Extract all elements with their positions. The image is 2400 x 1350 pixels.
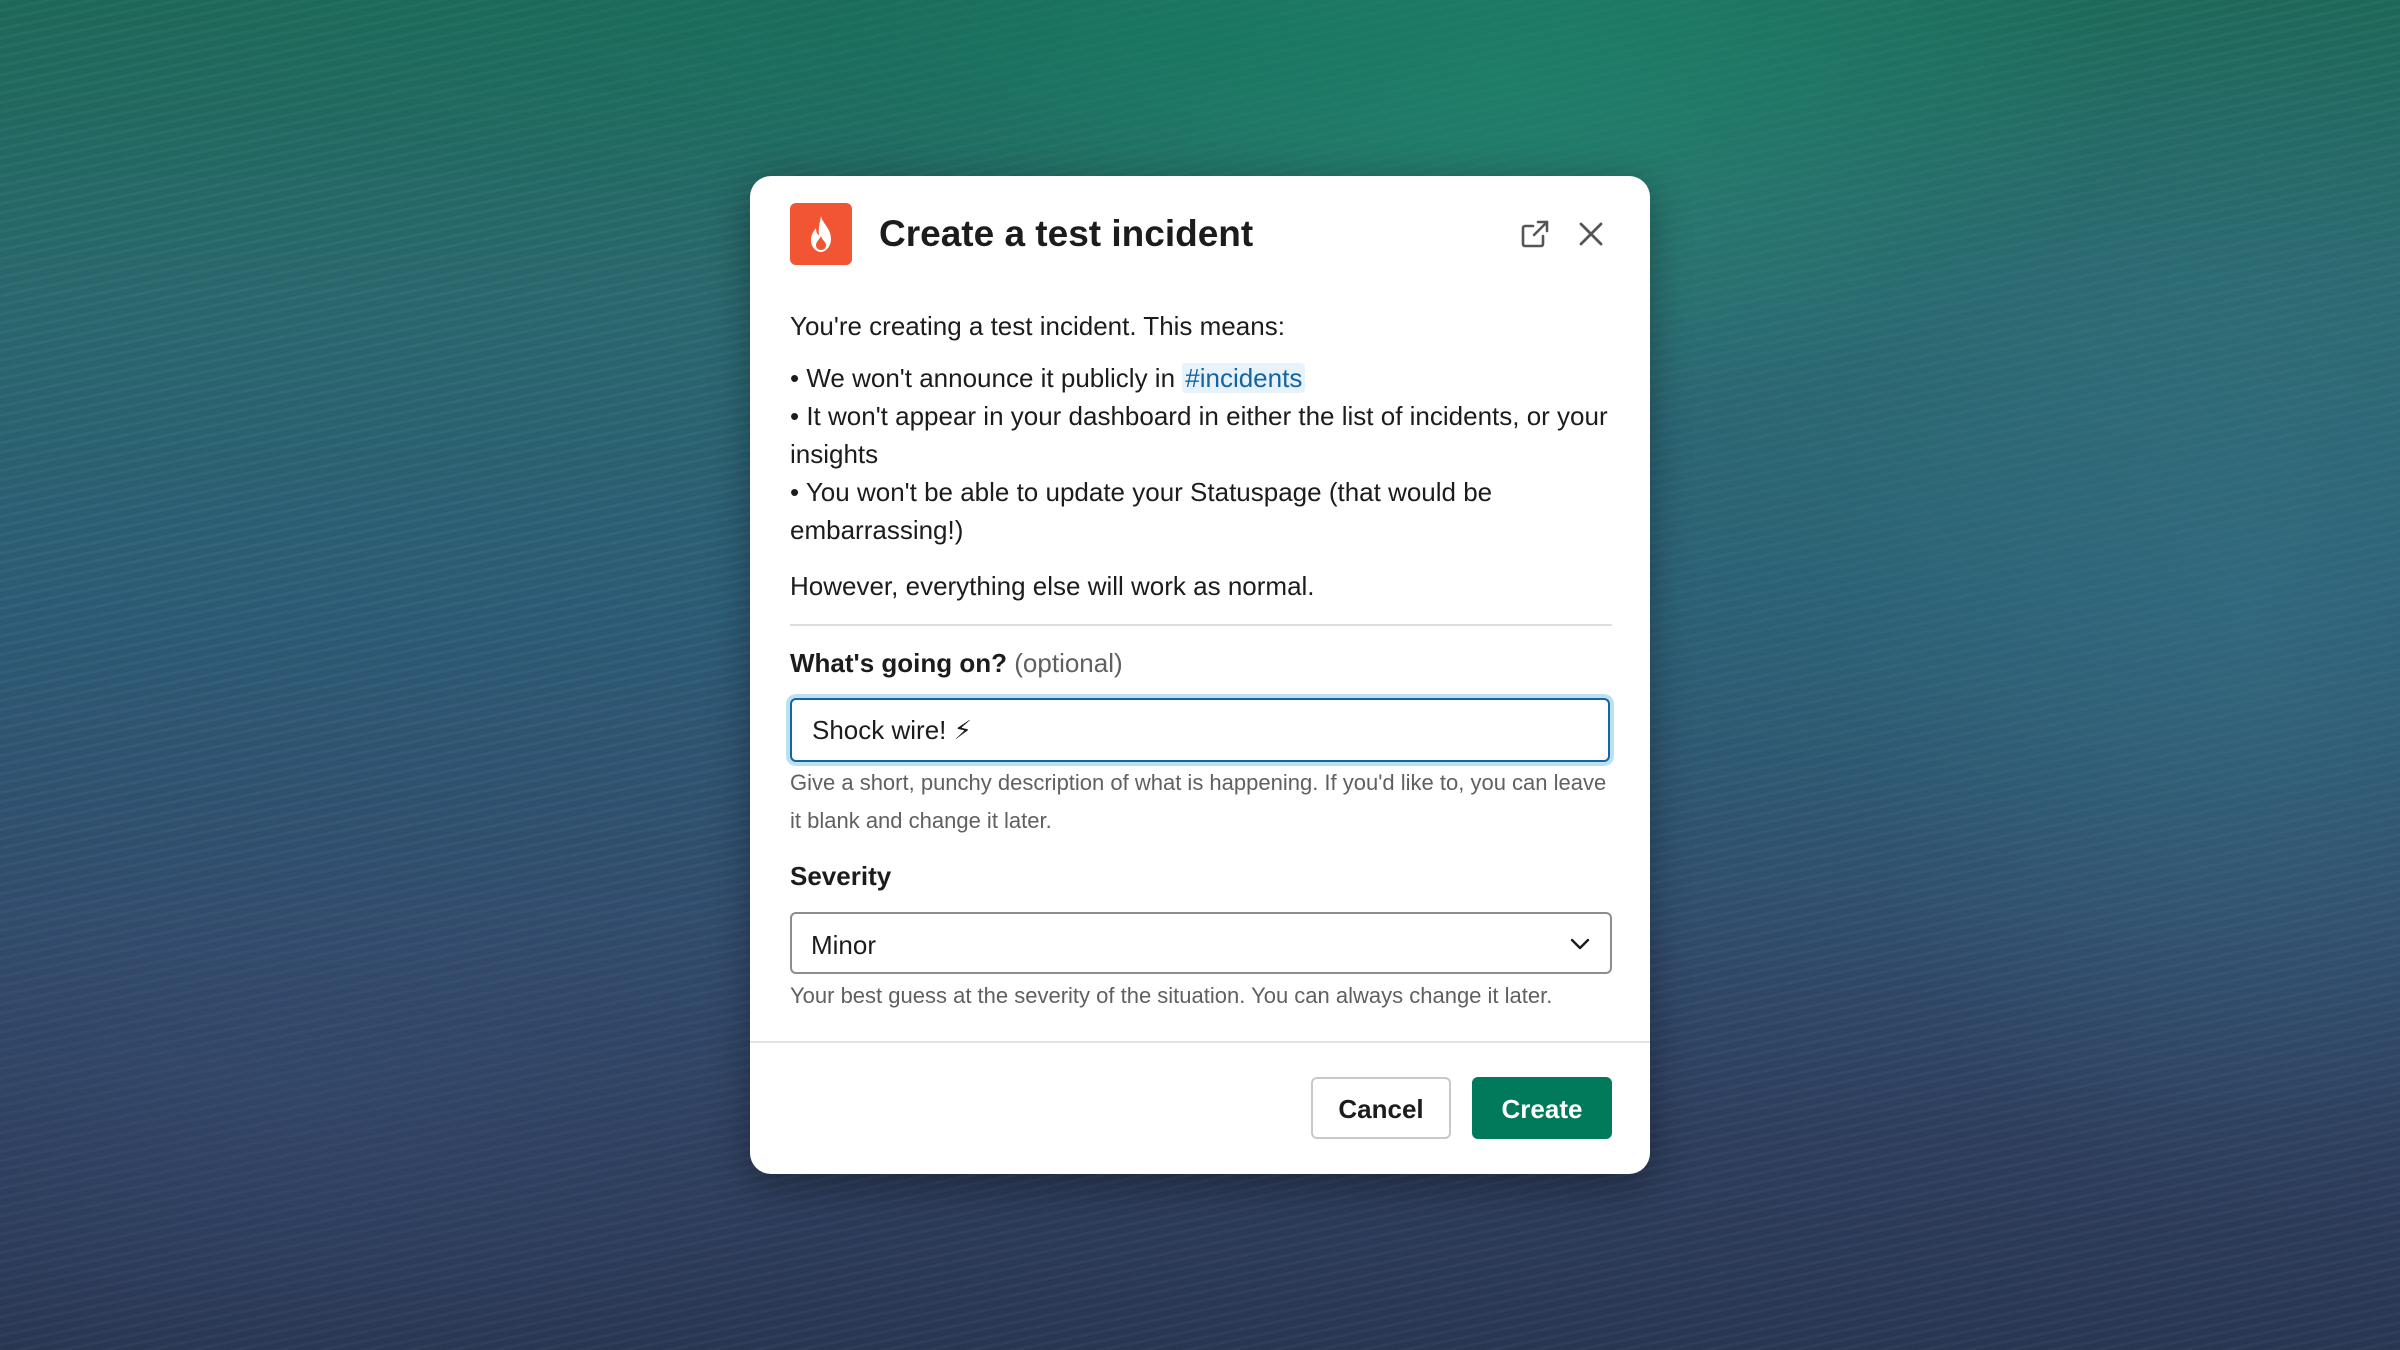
create-test-incident-modal: Create a test incident You're creating a…	[750, 176, 1650, 1174]
bullet-item: • You won't be able to update your Statu…	[790, 477, 1493, 545]
section-divider	[790, 624, 1612, 626]
description-hint: Give a short, punchy description of what…	[790, 770, 1607, 833]
modal-header: Create a test incident	[790, 203, 1610, 265]
severity-select[interactable]: Minor	[790, 912, 1612, 974]
footer-divider	[750, 1041, 1650, 1043]
flame-icon	[790, 203, 852, 265]
cancel-button[interactable]: Cancel	[1311, 1077, 1451, 1139]
bullet-item: • We won't announce it publicly in #inci…	[790, 359, 1612, 397]
bullet-list: • We won't announce it publicly in #inci…	[790, 359, 1612, 549]
description-input[interactable]	[790, 698, 1610, 762]
bullet-text: • We won't announce it publicly in	[790, 363, 1183, 393]
outro-text: However, everything else will work as no…	[790, 571, 1315, 601]
incidents-channel-link[interactable]: #incidents	[1182, 363, 1306, 393]
chevron-down-icon	[1568, 932, 1592, 961]
close-icon[interactable]	[1572, 215, 1610, 253]
severity-hint: Your best guess at the severity of the s…	[790, 983, 1553, 1008]
intro-text: You're creating a test incident. This me…	[790, 311, 1285, 341]
description-label-text: What's going on?	[790, 648, 1008, 678]
modal-title: Create a test incident	[879, 213, 1254, 254]
severity-label: Severity	[790, 861, 892, 891]
bullet-item: • It won't appear in your dashboard in e…	[790, 401, 1608, 469]
create-button[interactable]: Create	[1472, 1077, 1612, 1139]
severity-value: Minor	[811, 930, 877, 960]
optional-tag: (optional)	[1014, 648, 1123, 678]
description-label: What's going on? (optional)	[790, 648, 1123, 679]
external-link-icon[interactable]	[1516, 215, 1554, 253]
